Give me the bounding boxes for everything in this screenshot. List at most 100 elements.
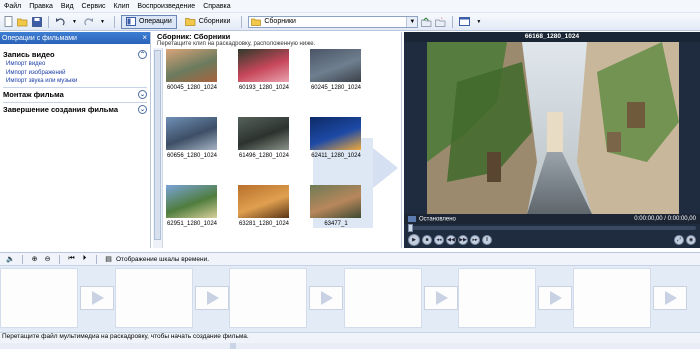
clip-thumbnail[interactable]: 60245_1280_1024	[309, 49, 363, 91]
playback-status: Остановлено	[408, 215, 456, 222]
clip-label: 61496_1280_1024	[238, 153, 290, 159]
task-link-import-audio[interactable]: Импорт звука или музыки	[3, 77, 147, 86]
transition-slot-icon[interactable]	[652, 286, 687, 310]
scrollbar-thumb[interactable]	[230, 343, 236, 349]
storyboard-slot[interactable]	[572, 268, 651, 328]
menu-view[interactable]: Вид	[57, 3, 78, 10]
monitor-mode-icon	[408, 215, 416, 222]
task-link-import-video[interactable]: Импорт видео	[3, 60, 147, 69]
zoom-out-icon[interactable]: ⊖	[43, 255, 52, 264]
chevron-down-icon[interactable]: ▼	[406, 16, 418, 27]
divider	[3, 101, 147, 103]
menu-playback[interactable]: Воспроизведение	[133, 3, 199, 10]
transition-slot-icon[interactable]	[80, 286, 114, 310]
views-icon[interactable]	[459, 16, 471, 27]
clip-thumbnail[interactable]: 62411_1280_1024	[309, 117, 363, 159]
clip-thumbnail[interactable]: 60656_1280_1024	[165, 117, 219, 159]
task-link-import-images[interactable]: Импорт изображений	[3, 69, 147, 78]
undo-icon[interactable]	[55, 16, 66, 27]
playback-seek-bar[interactable]	[408, 224, 696, 232]
collection-scrollbar[interactable]	[153, 48, 163, 248]
save-icon[interactable]	[31, 16, 42, 27]
toolbar-separator	[241, 15, 243, 28]
scrollbar-thumb[interactable]	[154, 50, 161, 240]
forward-icon[interactable]: ▶▶	[458, 234, 468, 245]
clip-image	[238, 117, 289, 150]
svg-text:*: *	[441, 17, 443, 21]
show-timeline-button[interactable]: ▤ Отображение шкалы времени.	[104, 255, 209, 264]
rewind-storyboard-icon[interactable]: ⏮	[67, 255, 76, 264]
storyboard-slot[interactable]	[0, 268, 78, 328]
redo-icon[interactable]	[83, 16, 94, 27]
menu-help[interactable]: Справка	[199, 3, 234, 10]
clip-thumbnail[interactable]: 63281_1280_1024	[237, 185, 291, 227]
menu-file[interactable]: Файл	[0, 3, 25, 10]
transition-slot-icon[interactable]	[423, 286, 458, 310]
storyboard-scrollbar[interactable]	[0, 343, 700, 349]
clip-thumbnail[interactable]: 62951_1280_1024	[165, 185, 219, 227]
chevron-up-icon[interactable]: ⌃	[138, 49, 147, 59]
new-project-icon[interactable]	[3, 16, 14, 27]
task-section-title[interactable]: Завершение создания фильма ⌄	[3, 104, 147, 116]
menu-tools[interactable]: Сервис	[78, 3, 110, 10]
close-icon[interactable]: ×	[142, 33, 147, 42]
split-icon[interactable]: ‖	[482, 234, 492, 245]
seek-handle[interactable]	[408, 224, 413, 232]
clip-image	[166, 49, 217, 82]
collections-button[interactable]: Сборники	[180, 15, 236, 29]
task-section-title[interactable]: Запись видео ⌃	[3, 48, 147, 60]
status-bar: Перетащите файл мультимедиа на раскадров…	[0, 332, 700, 349]
previous-frame-icon[interactable]: ◂◂	[434, 234, 444, 245]
menu-clip[interactable]: Клип	[110, 3, 134, 10]
transition-slot-icon[interactable]	[538, 286, 572, 310]
toolbar-separator	[114, 15, 115, 28]
collection-select[interactable]: Сборники ▼	[248, 15, 419, 28]
views-dropdown-icon[interactable]: ▼	[473, 16, 484, 27]
toolbar: ▼ ▼ Операции Сборники Сборники ▼ * ▼	[0, 13, 700, 31]
folder-up-icon[interactable]	[421, 16, 432, 27]
storyboard-slot[interactable]	[343, 268, 422, 328]
collection-select-value: Сборники	[264, 18, 296, 25]
play-storyboard-icon[interactable]: ⏵	[80, 255, 89, 264]
operations-button[interactable]: Операции	[121, 14, 177, 29]
stop-icon[interactable]: ■	[422, 234, 432, 245]
playback-time: 0:00:00,00 / 0:00:00,00	[634, 216, 696, 222]
operations-label: Операции	[139, 18, 172, 25]
play-icon[interactable]: ▶	[408, 233, 420, 246]
chevron-down-icon[interactable]: ⌄	[138, 105, 147, 114]
open-project-icon[interactable]	[17, 16, 28, 27]
clip-thumbnail[interactable]: 63477_1	[309, 185, 363, 227]
toolbar-separator	[22, 254, 23, 264]
storyboard-toolbar: 🔈 ⊕ ⊖ ⏮ ⏵ ▤ Отображение шкалы времени.	[0, 252, 700, 266]
status-text: Перетащите файл мультимедиа на раскадров…	[2, 333, 249, 340]
storyboard[interactable]	[0, 266, 700, 332]
monitor-title: 66168_1280_1024	[404, 32, 700, 42]
clip-image	[238, 185, 289, 218]
fullscreen-icon[interactable]: ⤢	[674, 234, 684, 245]
clip-thumbnail[interactable]: 61496_1280_1024	[237, 117, 291, 159]
undo-dropdown-icon[interactable]: ▼	[69, 16, 80, 27]
new-folder-icon[interactable]: *	[435, 16, 446, 27]
next-frame-icon[interactable]: ▸▸	[470, 234, 480, 245]
set-audio-levels-icon[interactable]: 🔈	[6, 255, 15, 264]
clip-label: 63477_1	[324, 221, 348, 227]
transition-slot-icon[interactable]	[194, 286, 229, 310]
storyboard-slot[interactable]	[229, 268, 307, 328]
storyboard-slot[interactable]	[458, 268, 536, 328]
timeline-icon: ▤	[105, 256, 112, 263]
tasks-pane: Операции с фильмами × Запись видео ⌃ Имп…	[0, 32, 151, 248]
clip-thumbnail[interactable]: 60045_1280_1024	[165, 49, 219, 91]
monitor-status-bar: Остановлено 0:00:00,00 / 0:00:00,00	[404, 214, 700, 224]
snapshot-icon[interactable]: ◉	[686, 234, 696, 245]
clip-thumbnail[interactable]: 60193_1280_1024	[237, 49, 291, 91]
storyboard-slot[interactable]	[114, 268, 193, 328]
transition-slot-icon[interactable]	[309, 286, 343, 310]
menu-edit[interactable]: Правка	[25, 3, 57, 10]
rewind-icon[interactable]: ◀◀	[446, 234, 456, 245]
chevron-down-icon[interactable]: ⌄	[138, 90, 147, 99]
task-section-capture: Запись видео ⌃ Импорт видео Импорт изобр…	[0, 48, 150, 86]
zoom-in-icon[interactable]: ⊕	[30, 255, 39, 264]
task-section-edit: Монтаж фильма ⌄	[0, 89, 150, 101]
redo-dropdown-icon[interactable]: ▼	[97, 16, 108, 27]
task-section-title[interactable]: Монтаж фильма ⌄	[3, 89, 147, 101]
